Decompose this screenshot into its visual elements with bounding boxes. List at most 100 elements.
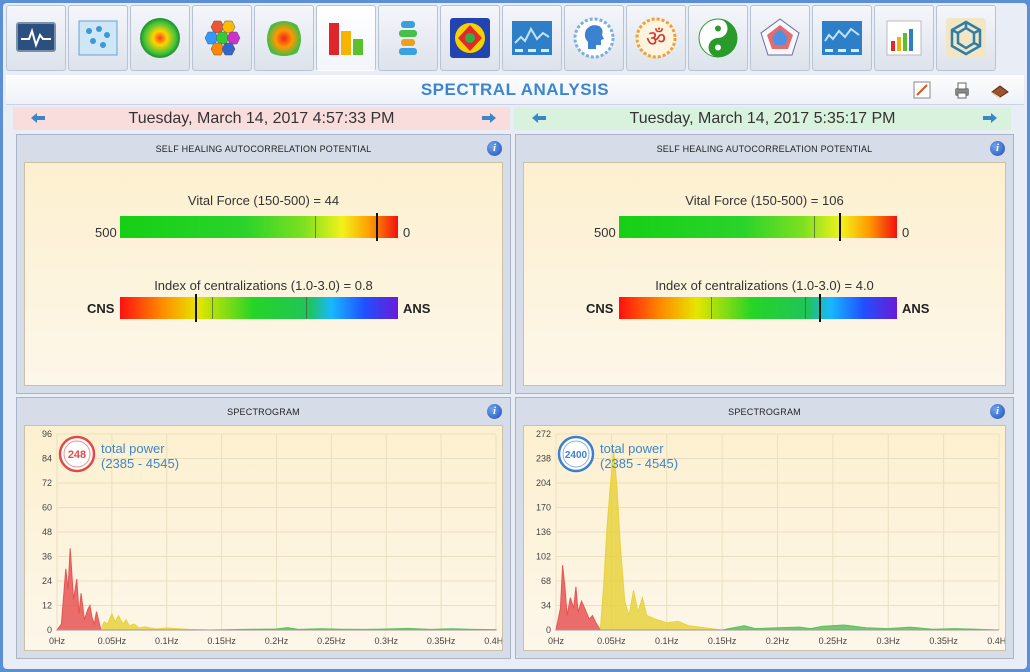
toolbar-button[interactable] (874, 5, 934, 71)
panel-title: SPECTROGRAM (227, 407, 300, 417)
prev-arrow-icon[interactable] (31, 113, 45, 123)
info-icon[interactable]: i (990, 404, 1005, 419)
toolbar-button[interactable] (254, 5, 314, 71)
ans-label: ANS (403, 301, 431, 316)
y-tick-label: 238 (536, 454, 551, 464)
y-tick-label: 72 (42, 478, 52, 488)
vital-force-marker (838, 213, 841, 241)
total-power-text: total power (2385 - 4545) (600, 441, 678, 471)
toolbar-button[interactable] (130, 5, 190, 71)
toolbar-button[interactable] (6, 5, 66, 71)
spectrogram-chart-area: 272 238 204 170 136 102 68 34 0 0Hz 0.05Hz 0.1Hz 0.1… (523, 425, 1006, 651)
toolbar-button[interactable]: ॐ (626, 5, 686, 71)
radial-glow-icon (140, 18, 180, 58)
toolbar-button[interactable] (812, 5, 872, 71)
total-power-label: total power (600, 441, 664, 456)
gauge-area: Vital Force (150-500) = 44 500 0 Index o… (24, 162, 503, 386)
y-tick-label: 36 (42, 552, 52, 562)
x-tick-label: 0.3Hz (876, 636, 900, 646)
spectrogram-chart-area: 96 84 72 60 48 36 24 12 0 0Hz 0.05Hz 0.1Hz 0.15Hz 0.2… (24, 425, 503, 651)
toolbar-button[interactable] (68, 5, 128, 71)
graph-panel-2-icon (822, 21, 862, 55)
y-tick-label: 34 (541, 601, 551, 611)
book-icon[interactable] (990, 80, 1010, 100)
toolbar-button[interactable] (688, 5, 748, 71)
toolbar-button[interactable] (316, 5, 376, 71)
toolbar-button[interactable] (936, 5, 996, 71)
x-tick-label: 0.35Hz (929, 636, 958, 646)
y-tick-label: 0 (47, 625, 52, 635)
y-tick-label: 102 (536, 552, 551, 562)
panel-title: SPECTROGRAM (728, 407, 801, 417)
total-power-text: total power (2385 - 4545) (101, 441, 179, 471)
x-tick-label: 0.4Hz (987, 636, 1005, 646)
hexagon-cluster-icon (204, 20, 241, 56)
svg-text:ॐ: ॐ (646, 27, 666, 52)
geometric-logo-icon (946, 18, 986, 58)
gauge-threshold-tick (805, 297, 807, 319)
toolbar-button[interactable] (192, 5, 252, 71)
heatmap-blob-icon (267, 21, 301, 56)
x-tick-label: 0Hz (49, 636, 66, 646)
info-icon[interactable]: i (487, 141, 502, 156)
spectrum-area (56, 548, 102, 631)
total-power-label: total power (101, 441, 165, 456)
vital-force-gauge (619, 213, 897, 241)
toolbar-button[interactable] (750, 5, 810, 71)
graph-panel-icon (512, 21, 552, 55)
gauge-area: Vital Force (150-500) = 106 500 0 Index … (523, 162, 1006, 386)
vital-left-label: 500 (594, 225, 616, 240)
yin-yang-icon (698, 18, 738, 58)
toolbar: ॐ (6, 5, 1024, 73)
x-tick-label: 0.3Hz (374, 636, 398, 646)
toolbar-button[interactable] (378, 5, 438, 71)
vital-right-label: 0 (403, 225, 411, 240)
next-arrow-icon[interactable] (482, 113, 496, 123)
y-tick-label: 84 (42, 454, 52, 464)
bar-chart-icon (329, 23, 363, 55)
prev-arrow-icon[interactable] (532, 113, 546, 123)
x-tick-label: 0.35Hz (427, 636, 456, 646)
y-tick-label: 96 (42, 429, 52, 439)
x-tick-label: 0.15Hz (207, 636, 236, 646)
x-tick-label: 0.05Hz (98, 636, 127, 646)
y-tick-label: 48 (42, 527, 52, 537)
info-icon[interactable]: i (487, 404, 502, 419)
toolbar-button[interactable] (502, 5, 562, 71)
cns-label: CNS (87, 301, 115, 316)
centralization-marker (819, 294, 822, 322)
y-tick-label: 136 (536, 527, 551, 537)
y-tick-label: 204 (536, 478, 551, 488)
toolbar-button[interactable] (564, 5, 624, 71)
toolbar-button[interactable] (440, 5, 500, 71)
gauge-threshold-tick (211, 297, 213, 319)
x-tick-label: 0.15Hz (708, 636, 737, 646)
x-tick-label: 0.25Hz (819, 636, 848, 646)
x-tick-label: 0.2Hz (265, 636, 289, 646)
index-label: Index of centralizations (1.0-3.0) = 0.8 (154, 278, 373, 293)
self-healing-panel-right: SELF HEALING AUTOCORRELATION POTENTIAL i… (515, 134, 1014, 394)
info-icon[interactable]: i (990, 141, 1005, 156)
vital-force-gauge (120, 213, 398, 241)
left-date-bar: Tuesday, March 14, 2017 4:57:33 PM (13, 107, 510, 130)
next-arrow-icon[interactable] (983, 113, 997, 123)
panel-title: SELF HEALING AUTOCORRELATION POTENTIAL (155, 144, 372, 154)
spectrogram-chart: 96 84 72 60 48 36 24 12 00Hz 0.05Hz 0.1Hz 0.15Hz 0.2… (42, 429, 502, 646)
spectrogram-panel-left: SPECTROGRAM i 96 84 72 60 48 36 24 12 0 0Hz 0.05Hz… (16, 397, 511, 659)
total-power-range: (2385 - 4545) (600, 456, 679, 471)
page-title: SPECTRAL ANALYSIS (420, 80, 610, 99)
gauge-threshold-tick (813, 216, 815, 238)
spectrum-area (722, 624, 1000, 631)
y-tick-label: 0 (546, 625, 551, 635)
y-tick-label: 12 (42, 601, 52, 611)
total-power-value: 2400 (565, 450, 588, 461)
edit-icon[interactable] (912, 80, 932, 100)
cns-label: CNS (586, 301, 614, 316)
grid-dots-icon (78, 20, 118, 56)
y-tick-label: 24 (42, 576, 52, 586)
gauge-threshold-tick (306, 297, 308, 319)
vital-force-label: Vital Force (150-500) = 106 (685, 193, 844, 208)
page-header: SPECTRAL ANALYSIS (6, 75, 1024, 105)
print-icon[interactable] (952, 80, 972, 100)
x-tick-label: 0.25Hz (317, 636, 346, 646)
